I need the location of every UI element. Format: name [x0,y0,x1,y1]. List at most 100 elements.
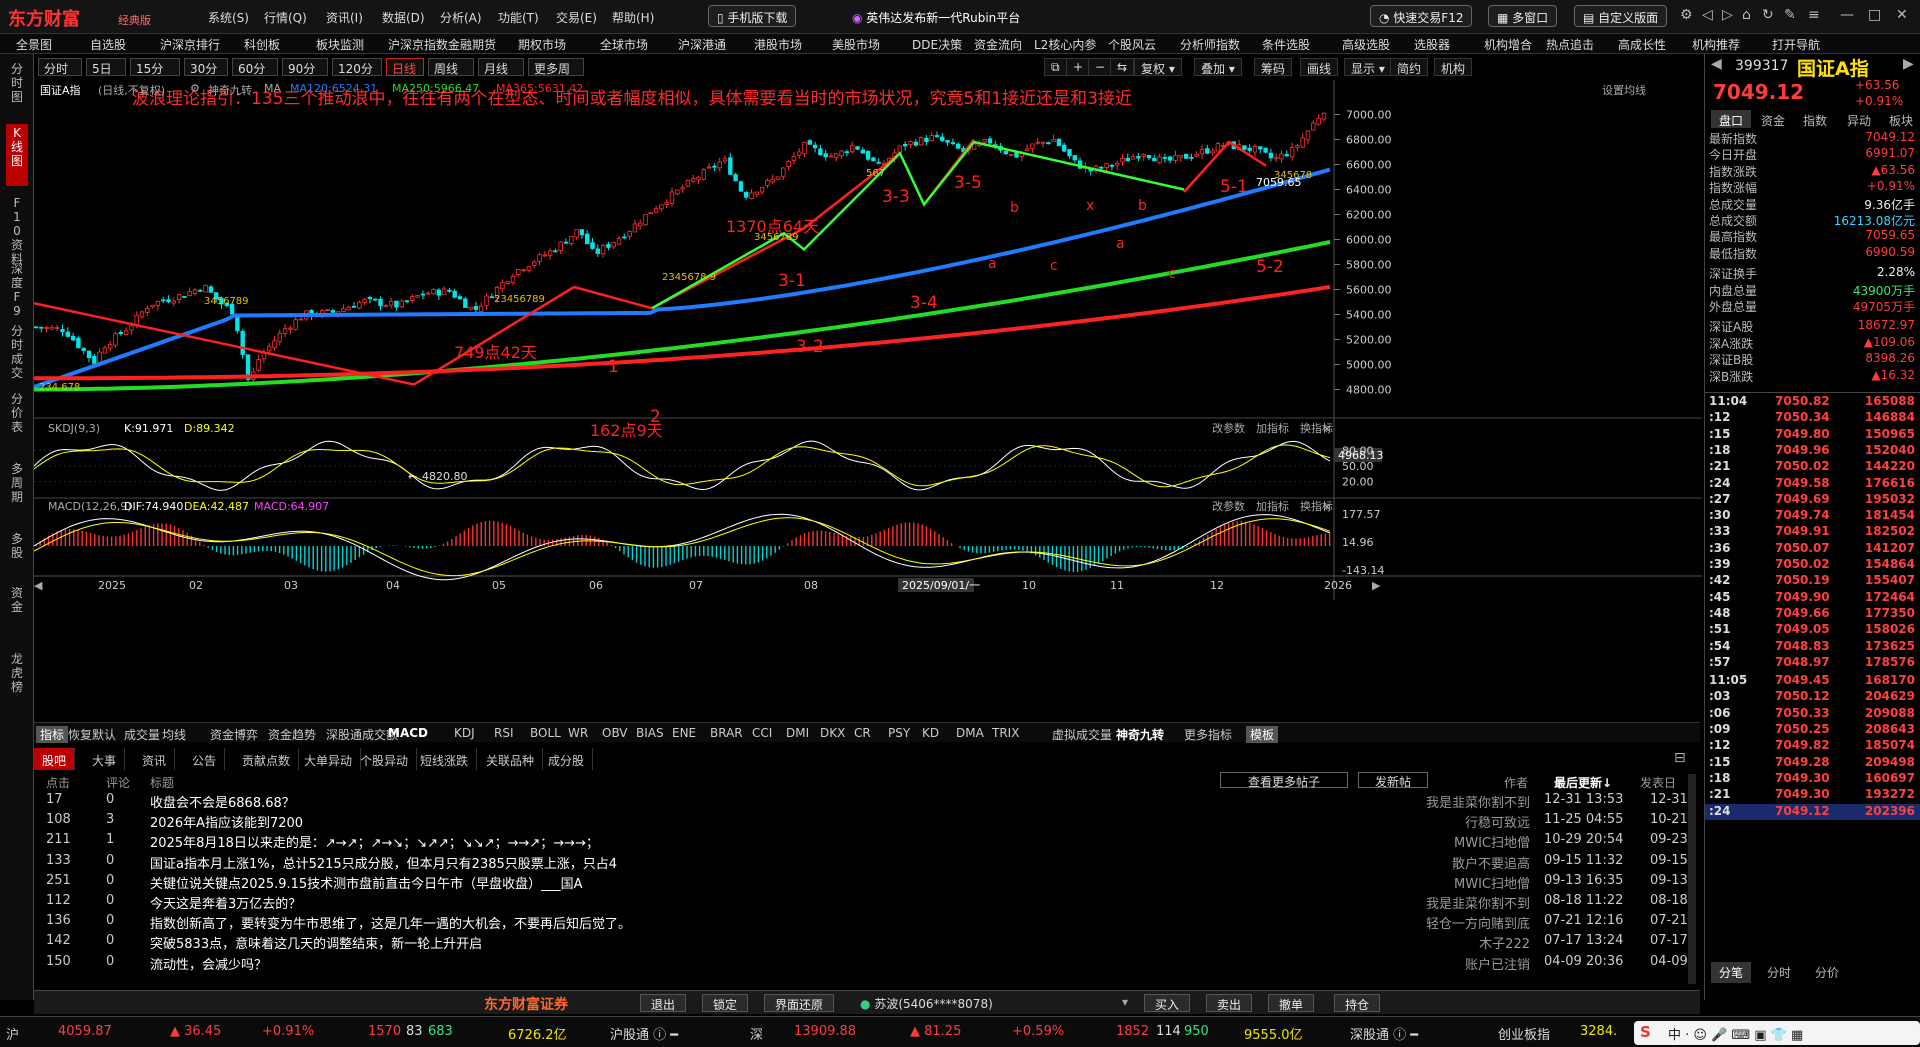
menu-trade[interactable]: 交易(E) [556,9,597,26]
indicator-19[interactable]: CR [854,726,871,740]
post-author[interactable]: 木子222 [1479,933,1530,952]
post-author[interactable]: 账户已注销 [1465,954,1530,973]
post-title[interactable]: 流动性，会减少吗？ [150,954,267,973]
indicator-9[interactable]: RSI [494,726,514,740]
period-2[interactable]: 15分钟 [130,58,180,93]
copy-icon[interactable]: ⧉ [1044,58,1067,76]
hgt-link[interactable]: 沪股通 ⓘ ━ [610,1024,678,1043]
nav-0[interactable]: 全景图 [16,36,52,53]
indicator-17[interactable]: DMI [786,726,809,740]
forum-tab-7[interactable]: 短线涨跌 [412,748,478,770]
post-title[interactable]: 关键位说关键点2025.9.15技术测市盘前直击今日午市（早盘收盘）___国A [150,873,583,892]
nav-2[interactable]: 沪深京排行 [160,36,220,53]
forum-tab-9[interactable]: 成分股 [540,748,594,770]
forum-row[interactable]: 108 3 2026年A指应该能到7200 行稳可致远 11-25 04:55 10-21 [34,812,1700,832]
post-author[interactable]: MWIC扫地僧 [1454,832,1530,851]
macd-close-icon[interactable]: ✕ [1322,500,1332,514]
indicator-5[interactable]: 资金趋势 [268,726,316,743]
indicator-11[interactable]: WR [568,726,588,740]
nav-9[interactable]: 沪深港通 [678,36,726,53]
mobile-download-button[interactable]: ▯ 手机版下载 [708,5,797,27]
post-title[interactable]: 收盘会不会是6868.68？ [150,792,295,811]
indicator-settings-icon[interactable]: ⚙ [190,82,200,95]
prev-stock-icon[interactable]: ◀ [1711,56,1722,72]
indicator-13[interactable]: BIAS [636,726,664,740]
forum-tab-2[interactable]: 资讯 [134,748,176,770]
indicator-27[interactable]: 模板 [1246,726,1279,743]
menu-function[interactable]: 功能(T) [498,9,539,26]
period-6[interactable]: 120分钟 [332,58,382,93]
left-tab-3[interactable]: 深度F9 [6,260,28,318]
indicator-25[interactable]: 神奇九转 [1116,726,1164,743]
nav-10[interactable]: 港股市场 [754,36,802,53]
tool-1[interactable]: 叠加 ▾ [1194,58,1242,76]
tick-tab-1[interactable]: 分时 [1759,962,1799,983]
indicator-1[interactable]: 恢复默认 [68,726,116,743]
tool-2[interactable]: 筹码 [1254,58,1293,76]
menu-news[interactable]: 资讯(I) [326,9,363,26]
indicator-18[interactable]: DKX [820,726,845,740]
menu-help[interactable]: 帮助(H) [612,9,654,26]
period-1[interactable]: 5日 [86,58,126,76]
next-stock-icon[interactable]: ▶ [1903,56,1914,72]
forum-row[interactable]: 211 1 2025年8月18日以来走的是：↗→↗；↗→↘；↘↗↗；↘↘↗；→→↗；… [34,832,1700,852]
post-author[interactable]: 轻仓一方向赌到底 [1426,913,1530,932]
menu-quote[interactable]: 行情(Q) [264,9,307,26]
sell-button[interactable]: 卖出 [1206,994,1253,1012]
left-tab-4[interactable]: 分时成交 [6,322,28,384]
post-title[interactable]: 指数创新高了，要转变为牛市思维了，这是几年一遇的大机会，不要再后知后觉了。 [150,913,631,932]
restore-layout-button[interactable]: 界面还原 [764,994,835,1012]
left-tab-0[interactable]: 分时图 [6,60,28,118]
post-title[interactable]: 突破5833点，意味着这几天的调整结束，新一轮上升开启 [150,933,482,952]
forum-row[interactable]: 136 0 指数创新高了，要转变为牛市思维了，这是几年一遇的大机会，不要再后知后觉了… [34,913,1700,933]
tool-0[interactable]: 复权 ▾ [1134,58,1182,76]
nav-3[interactable]: 科创板 [244,36,280,53]
indicator-14[interactable]: ENE [672,726,696,740]
scroll-left-icon[interactable]: ◀ [34,579,43,592]
macd-ctrl-0[interactable]: 改参数 [1212,499,1245,513]
ime-mode-icon[interactable]: 中 · ☺ 🎤 ⌨ ▣ 👕 ▦ [1668,1024,1803,1043]
post-title[interactable]: 国证a指本月上涨1%，总计5215只成分股，但本月只有2385只股票上涨，只占4 [150,853,617,872]
forum-tab-4[interactable]: 贡献点数 [234,748,300,770]
indicator-2[interactable]: 成交量 [124,726,160,743]
forward-icon[interactable]: ▷ [1722,7,1733,23]
left-tab-2[interactable]: F10资料 [6,194,28,266]
post-author[interactable]: MWIC扫地僧 [1454,873,1530,892]
left-tab-9[interactable]: 龙虎榜 [6,650,28,710]
quote-tab-0[interactable]: 盘口 [1711,110,1751,128]
menu-system[interactable]: 系统(S) [208,9,249,26]
period-3[interactable]: 30分钟 [184,58,228,93]
tick-tab-2[interactable]: 分价 [1807,962,1847,983]
indicator-22[interactable]: DMA [956,726,984,740]
ime-toolbar[interactable]: S 中 · ☺ 🎤 ⌨ ▣ 👕 ▦ [1634,1021,1920,1045]
nav-5[interactable]: 沪深京指数 [388,36,448,53]
indicator-3[interactable]: 均线 [162,726,186,743]
kdj-close-icon[interactable]: ✕ [1322,422,1332,436]
nav-7[interactable]: 期权市场 [518,36,566,53]
quote-tab-2[interactable]: 指数 [1795,110,1835,128]
period-0[interactable]: 分时 [38,58,82,76]
quote-tab-4[interactable]: 板块 [1881,110,1920,128]
forum-row[interactable]: 251 0 关键位说关键点2025.9.15技术测市盘前直击今日午市（早盘收盘）__… [34,873,1700,893]
nav-20[interactable]: 机构增合 [1484,36,1532,53]
nav-21[interactable]: 热点追击 [1546,36,1594,53]
nav-17[interactable]: 条件选股 [1262,36,1310,53]
indicator-8[interactable]: KDJ [454,726,475,740]
quick-trade-button[interactable]: ◔ 快速交易F12 [1370,5,1473,27]
nav-1[interactable]: 自选股 [90,36,126,53]
nav-4[interactable]: 板块监测 [316,36,364,53]
left-tab-1[interactable]: K线图 [6,124,28,186]
home-icon[interactable]: ⌂ [1742,7,1751,23]
tool-4[interactable]: 显示 ▾ [1344,58,1392,76]
left-tab-6[interactable]: 多周期 [6,460,28,522]
lock-button[interactable]: 锁定 [702,994,749,1012]
nav-12[interactable]: DDE决策 [912,36,962,53]
indicator-4[interactable]: 资金博弈 [210,726,258,743]
forum-header-updated[interactable]: 最后更新↓ [1554,774,1612,791]
tool-3[interactable]: 画线 [1300,58,1339,76]
maximize-icon[interactable]: □ [1868,7,1881,23]
sgt-link[interactable]: 深股通 ⓘ ━ [1350,1024,1418,1043]
indicator-24[interactable]: 虚拟成交量 [1052,726,1112,743]
macd-ctrl-1[interactable]: 加指标 [1256,499,1289,513]
forum-row[interactable]: 142 0 突破5833点，意味着这几天的调整结束，新一轮上升开启 木子222 07-1… [34,933,1700,953]
